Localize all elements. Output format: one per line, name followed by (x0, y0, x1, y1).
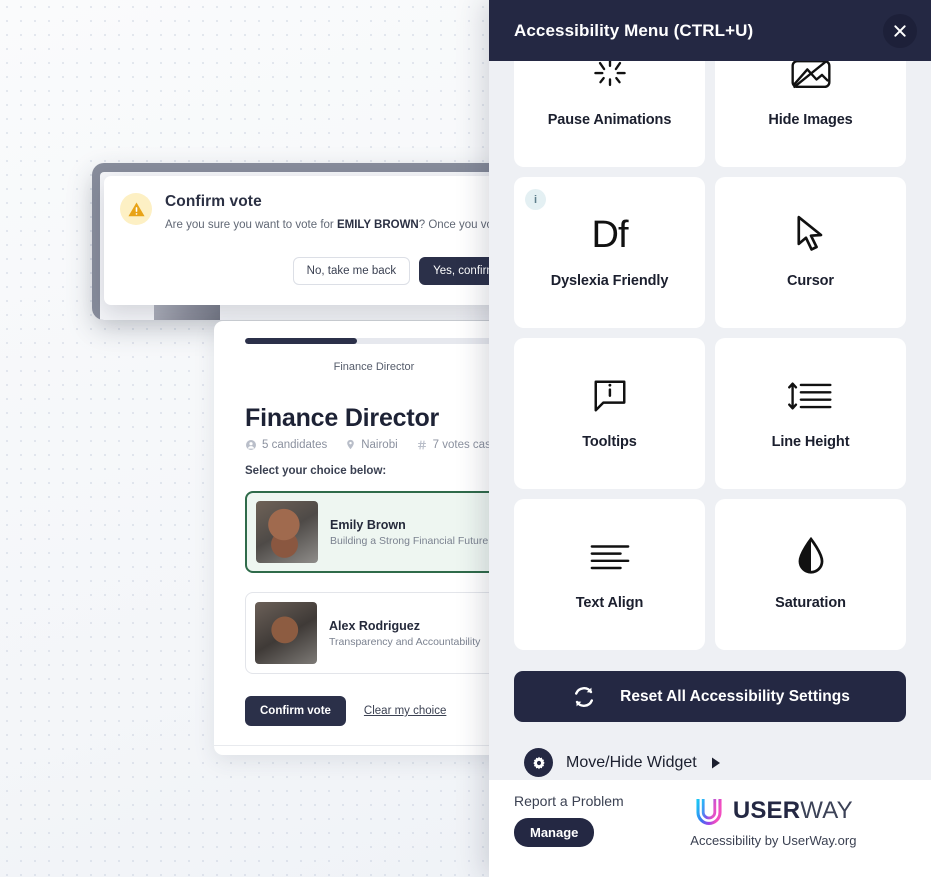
reset-button-label: Reset All Accessibility Settings (620, 687, 850, 705)
reset-all-settings-button[interactable]: Reset All Accessibility Settings (514, 671, 906, 722)
hide-images-icon (789, 61, 833, 98)
userway-wordmark: USERWAY (733, 799, 853, 823)
dialog-actions: No, take me back Yes, confirm (292, 257, 510, 285)
pause-animations-icon (590, 61, 630, 98)
hash-icon (417, 439, 426, 450)
tooltip-bubble-icon (591, 372, 629, 420)
footer-branding: USERWAY Accessibility by UserWay.org (634, 793, 913, 849)
accessibility-tile-grid: Pause Animations Hide Images i Df Dyslex… (514, 61, 906, 650)
page-title: Finance Director (245, 404, 440, 432)
move-hide-widget-row[interactable]: Move/Hide Widget (514, 748, 906, 777)
dialog-body: Are you sure you want to vote for EMILY … (165, 217, 524, 234)
brand-bold: USER (732, 797, 801, 824)
vote-eyebrow: Finance Director (333, 361, 415, 373)
tile-text-align[interactable]: Text Align (514, 499, 705, 650)
gear-icon (524, 748, 553, 777)
chevron-right-icon (710, 756, 722, 770)
candidate-slogan: Building a Strong Financial Future (330, 534, 489, 547)
accessibility-menu-title: Accessibility Menu (CTRL+U) (514, 20, 754, 40)
tile-line-height[interactable]: Line Height (715, 338, 906, 489)
accessibility-menu-body[interactable]: Pause Animations Hide Images i Df Dyslex… (489, 61, 931, 780)
candidate-name: Emily Brown (330, 517, 406, 532)
candidate-name: Alex Rodriguez (329, 618, 420, 633)
meta-votes-text: 7 votes cast (432, 438, 495, 451)
dialog-body-prefix: Are you sure you want to vote for (165, 219, 337, 231)
tile-dyslexia-friendly[interactable]: i Df Dyslexia Friendly (514, 177, 705, 328)
brand-light: WAY (800, 797, 853, 824)
tile-label: Pause Animations (547, 111, 672, 128)
candidate-slogan: Transparency and Accountability (329, 635, 481, 648)
vote-card: Finance Director Finance Director 5 cand… (214, 321, 534, 755)
info-icon[interactable]: i (525, 189, 546, 210)
saturation-droplet-icon (796, 533, 826, 581)
text-align-icon (589, 533, 631, 581)
tile-label: Tooltips (582, 433, 637, 450)
meta-location: Nairobi (345, 438, 398, 451)
accessibility-menu-panel: Accessibility Menu (CTRL+U) Pause Animat… (489, 0, 931, 877)
clear-my-choice-link[interactable]: Clear my choice (364, 705, 446, 717)
confirm-vote-button[interactable]: Confirm vote (245, 696, 346, 726)
warning-triangle-icon (120, 193, 152, 225)
line-height-icon (787, 372, 834, 420)
tile-label: Dyslexia Friendly (550, 272, 669, 289)
person-icon (246, 439, 256, 450)
cursor-arrow-icon (794, 211, 828, 259)
tile-label: Cursor (787, 272, 834, 289)
meta-candidates-text: 5 candidates (262, 438, 328, 451)
card-divider (214, 745, 534, 746)
candidate-avatar (256, 501, 318, 563)
vote-card-footer: Confirm vote Clear my choice (245, 696, 446, 726)
tile-tooltips[interactable]: Tooltips (514, 338, 705, 489)
refresh-icon (570, 683, 598, 711)
location-pin-icon (347, 439, 355, 450)
tile-cursor[interactable]: Cursor (715, 177, 906, 328)
meta-candidates: 5 candidates (245, 439, 327, 451)
tile-pause-animations[interactable]: Pause Animations (514, 61, 705, 167)
footer-left-column: Report a Problem Manage (514, 793, 624, 847)
brand-subtitle: Accessibility by UserWay.org (690, 833, 857, 848)
tile-saturation[interactable]: Saturation (715, 499, 906, 650)
dialog-body-candidate-name: EMILY BROWN (336, 219, 419, 231)
dyslexia-df-icon: Df (591, 213, 629, 256)
accessibility-menu-header: Accessibility Menu (CTRL+U) (489, 0, 931, 61)
candidate-avatar (255, 602, 317, 664)
tile-label: Text Align (575, 594, 644, 611)
move-hide-widget-label: Move/Hide Widget (566, 753, 697, 771)
tile-label: Line Height (771, 433, 850, 450)
userway-brand-row: USERWAY (694, 797, 853, 825)
meta-location-text: Nairobi (361, 438, 398, 451)
accessibility-menu-footer: Report a Problem Manage USERWAY Accessib… (489, 780, 931, 877)
manage-button[interactable]: Manage (514, 818, 595, 847)
dialog-title: Confirm vote (165, 193, 262, 210)
tile-label: Saturation (775, 594, 846, 611)
tile-hide-images[interactable]: Hide Images (715, 61, 906, 167)
tile-label: Hide Images (768, 111, 853, 128)
close-icon[interactable] (883, 13, 917, 48)
vote-meta-row: 5 candidates Nairobi 7 votes cast (245, 438, 494, 451)
confirm-vote-dialog: Confirm vote Are you sure you want to vo… (104, 176, 524, 305)
userway-u-logo-icon (694, 797, 724, 825)
vote-prompt: Select your choice below: (245, 465, 387, 477)
report-a-problem-link[interactable]: Report a Problem (514, 793, 624, 809)
meta-votes: 7 votes cast (416, 439, 494, 451)
progress-bar (245, 338, 517, 344)
progress-bar-fill (245, 338, 357, 344)
cancel-button[interactable]: No, take me back (292, 257, 411, 285)
